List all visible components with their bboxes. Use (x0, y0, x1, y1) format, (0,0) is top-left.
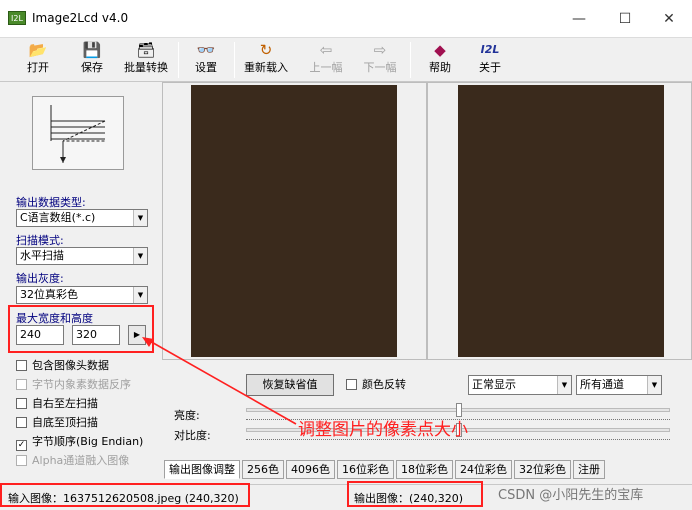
channel-value: 所有通道 (580, 378, 624, 391)
option-label: Alpha通道融入图像 (32, 454, 130, 467)
invert-color-checkbox[interactable]: 颜色反转 (346, 377, 406, 393)
next-image-button[interactable]: ⇨ 下一幅 (358, 40, 402, 80)
display-mode-select[interactable]: 正常显示 ▼ (468, 375, 572, 395)
annotation-text: 调整图片的像素点大小 (298, 420, 468, 440)
title-bar: I2L Image2Lcd v4.0 — ☐ ✕ (0, 0, 692, 38)
gray-level-value: 32位真彩色 (20, 288, 78, 301)
floppy-disk-icon: 💾 (82, 41, 102, 59)
save-label: 保存 (81, 61, 103, 74)
input-image-view (162, 82, 427, 360)
save-button[interactable]: 💾 保存 (72, 40, 112, 80)
close-button[interactable]: ✕ (646, 6, 692, 32)
option-checkbox[interactable]: ✓ 字节顺序(Big Endian) (16, 434, 144, 451)
settings-panel: 输出数据类型: C语言数组(*.c) ▼ 扫描模式: 水平扫描 ▼ 输出灰度: … (0, 82, 158, 484)
tab-5[interactable]: 24位彩色 (455, 460, 512, 479)
open-folder-icon: 📂 (28, 41, 48, 59)
batch-convert-icon: 🗃 (136, 41, 156, 59)
option-label: 自右至左扫描 (32, 397, 98, 410)
toolbar-separator (234, 42, 235, 78)
checkbox-box (16, 417, 27, 428)
gray-level-select[interactable]: 32位真彩色 ▼ (16, 286, 148, 304)
chevron-down-icon: ▼ (647, 376, 661, 394)
option-label: 字节内象素数据反序 (32, 378, 131, 391)
arrow-left-icon: ⇦ (319, 41, 333, 59)
help-label: 帮助 (429, 61, 451, 74)
option-label: 字节顺序(Big Endian) (32, 435, 144, 448)
watermark: CSDN @小阳先生的宝库 (498, 488, 644, 503)
chevron-down-icon: ▼ (557, 376, 571, 394)
settings-button[interactable]: 👓 设置 (186, 40, 226, 80)
arrow-right-icon: ⇨ (373, 41, 387, 59)
option-checkbox[interactable]: 自右至左扫描 (16, 396, 98, 412)
reload-label: 重新载入 (244, 61, 288, 74)
previous-image-label: 上一幅 (309, 61, 343, 74)
display-mode-value: 正常显示 (472, 378, 516, 391)
help-book-icon: ◆ (434, 41, 446, 59)
brightness-slider[interactable] (246, 403, 670, 417)
scan-direction-icon (32, 96, 124, 170)
option-label: 自底至顶扫描 (32, 416, 98, 429)
toolbar-separator (410, 42, 411, 78)
scan-mode-value: 水平扫描 (20, 249, 64, 262)
app-icon: I2L (8, 11, 26, 25)
tab-4[interactable]: 18位彩色 (396, 460, 453, 479)
checkbox-box (16, 360, 27, 371)
minimize-button[interactable]: — (556, 6, 602, 32)
output-type-label: 输出数据类型: (16, 196, 86, 209)
chevron-down-icon: ▼ (133, 287, 147, 303)
option-checkbox[interactable]: 包含图像头数据 (16, 358, 109, 374)
tab-0[interactable]: 输出图像调整 (164, 460, 240, 479)
toolbar-separator (178, 42, 179, 78)
tab-6[interactable]: 32位彩色 (514, 460, 571, 479)
tab-7[interactable]: 注册 (573, 460, 605, 479)
input-image (191, 85, 397, 357)
reload-icon: ↻ (259, 41, 273, 59)
checkmark-icon: ✓ (16, 440, 27, 451)
option-checkbox[interactable]: 字节内象素数据反序 (16, 377, 131, 393)
image2lcd-window: I2L Image2Lcd v4.0 — ☐ ✕ 📂 打开 💾 保存 🗃 批量转… (0, 0, 692, 510)
invert-color-label: 颜色反转 (362, 378, 406, 391)
tab-2[interactable]: 4096色 (286, 460, 335, 479)
checkbox-box (16, 379, 27, 390)
output-image-view (427, 82, 692, 360)
output-status-highlight-box (347, 481, 483, 507)
output-image (458, 85, 664, 357)
glasses-icon: 👓 (196, 41, 216, 59)
toolbar: 📂 打开 💾 保存 🗃 批量转换 👓 设置 ↻ 重新载入 ⇦ 上一幅 ⇨ 下一幅 (0, 38, 692, 82)
previous-image-button[interactable]: ⇦ 上一幅 (304, 40, 348, 80)
maximize-button[interactable]: ☐ (602, 6, 648, 32)
reload-button[interactable]: ↻ 重新载入 (240, 40, 292, 80)
tab-3[interactable]: 16位彩色 (337, 460, 394, 479)
color-depth-tabs: 输出图像调整 256色 4096色 16位彩色 18位彩色 24位彩色 32位彩色 注册 (164, 460, 607, 480)
option-checkbox[interactable]: 自底至顶扫描 (16, 415, 98, 431)
tab-1[interactable]: 256色 (242, 460, 284, 479)
option-checkbox[interactable]: Alpha通道融入图像 (16, 453, 129, 469)
settings-label: 设置 (195, 61, 217, 74)
annotation-arrow (142, 337, 297, 425)
next-image-label: 下一幅 (363, 61, 397, 74)
checkbox-box (16, 455, 27, 466)
scan-mode-select[interactable]: 水平扫描 ▼ (16, 247, 148, 265)
input-status-highlight-box (0, 483, 250, 507)
batch-convert-button[interactable]: 🗃 批量转换 (118, 40, 174, 80)
i2l-logo-icon: I2L (480, 43, 500, 56)
window-title: Image2Lcd v4.0 (32, 11, 129, 25)
checkbox-box (16, 398, 27, 409)
checkbox-box (346, 379, 357, 390)
scan-mode-label: 扫描模式: (16, 234, 64, 247)
open-label: 打开 (27, 61, 49, 74)
size-highlight-box (8, 305, 154, 353)
option-label: 包含图像头数据 (32, 359, 109, 372)
output-type-value: C语言数组(*.c) (20, 211, 96, 224)
chevron-down-icon: ▼ (133, 248, 147, 264)
help-button[interactable]: ◆ 帮助 (420, 40, 460, 80)
channel-select[interactable]: 所有通道 ▼ (576, 375, 662, 395)
open-button[interactable]: 📂 打开 (18, 40, 58, 80)
chevron-down-icon: ▼ (133, 210, 147, 226)
gray-level-label: 输出灰度: (16, 272, 64, 285)
about-button[interactable]: I2L 关于 (470, 40, 510, 80)
about-label: 关于 (479, 61, 501, 74)
batch-convert-label: 批量转换 (124, 61, 168, 74)
output-type-select[interactable]: C语言数组(*.c) ▼ (16, 209, 148, 227)
